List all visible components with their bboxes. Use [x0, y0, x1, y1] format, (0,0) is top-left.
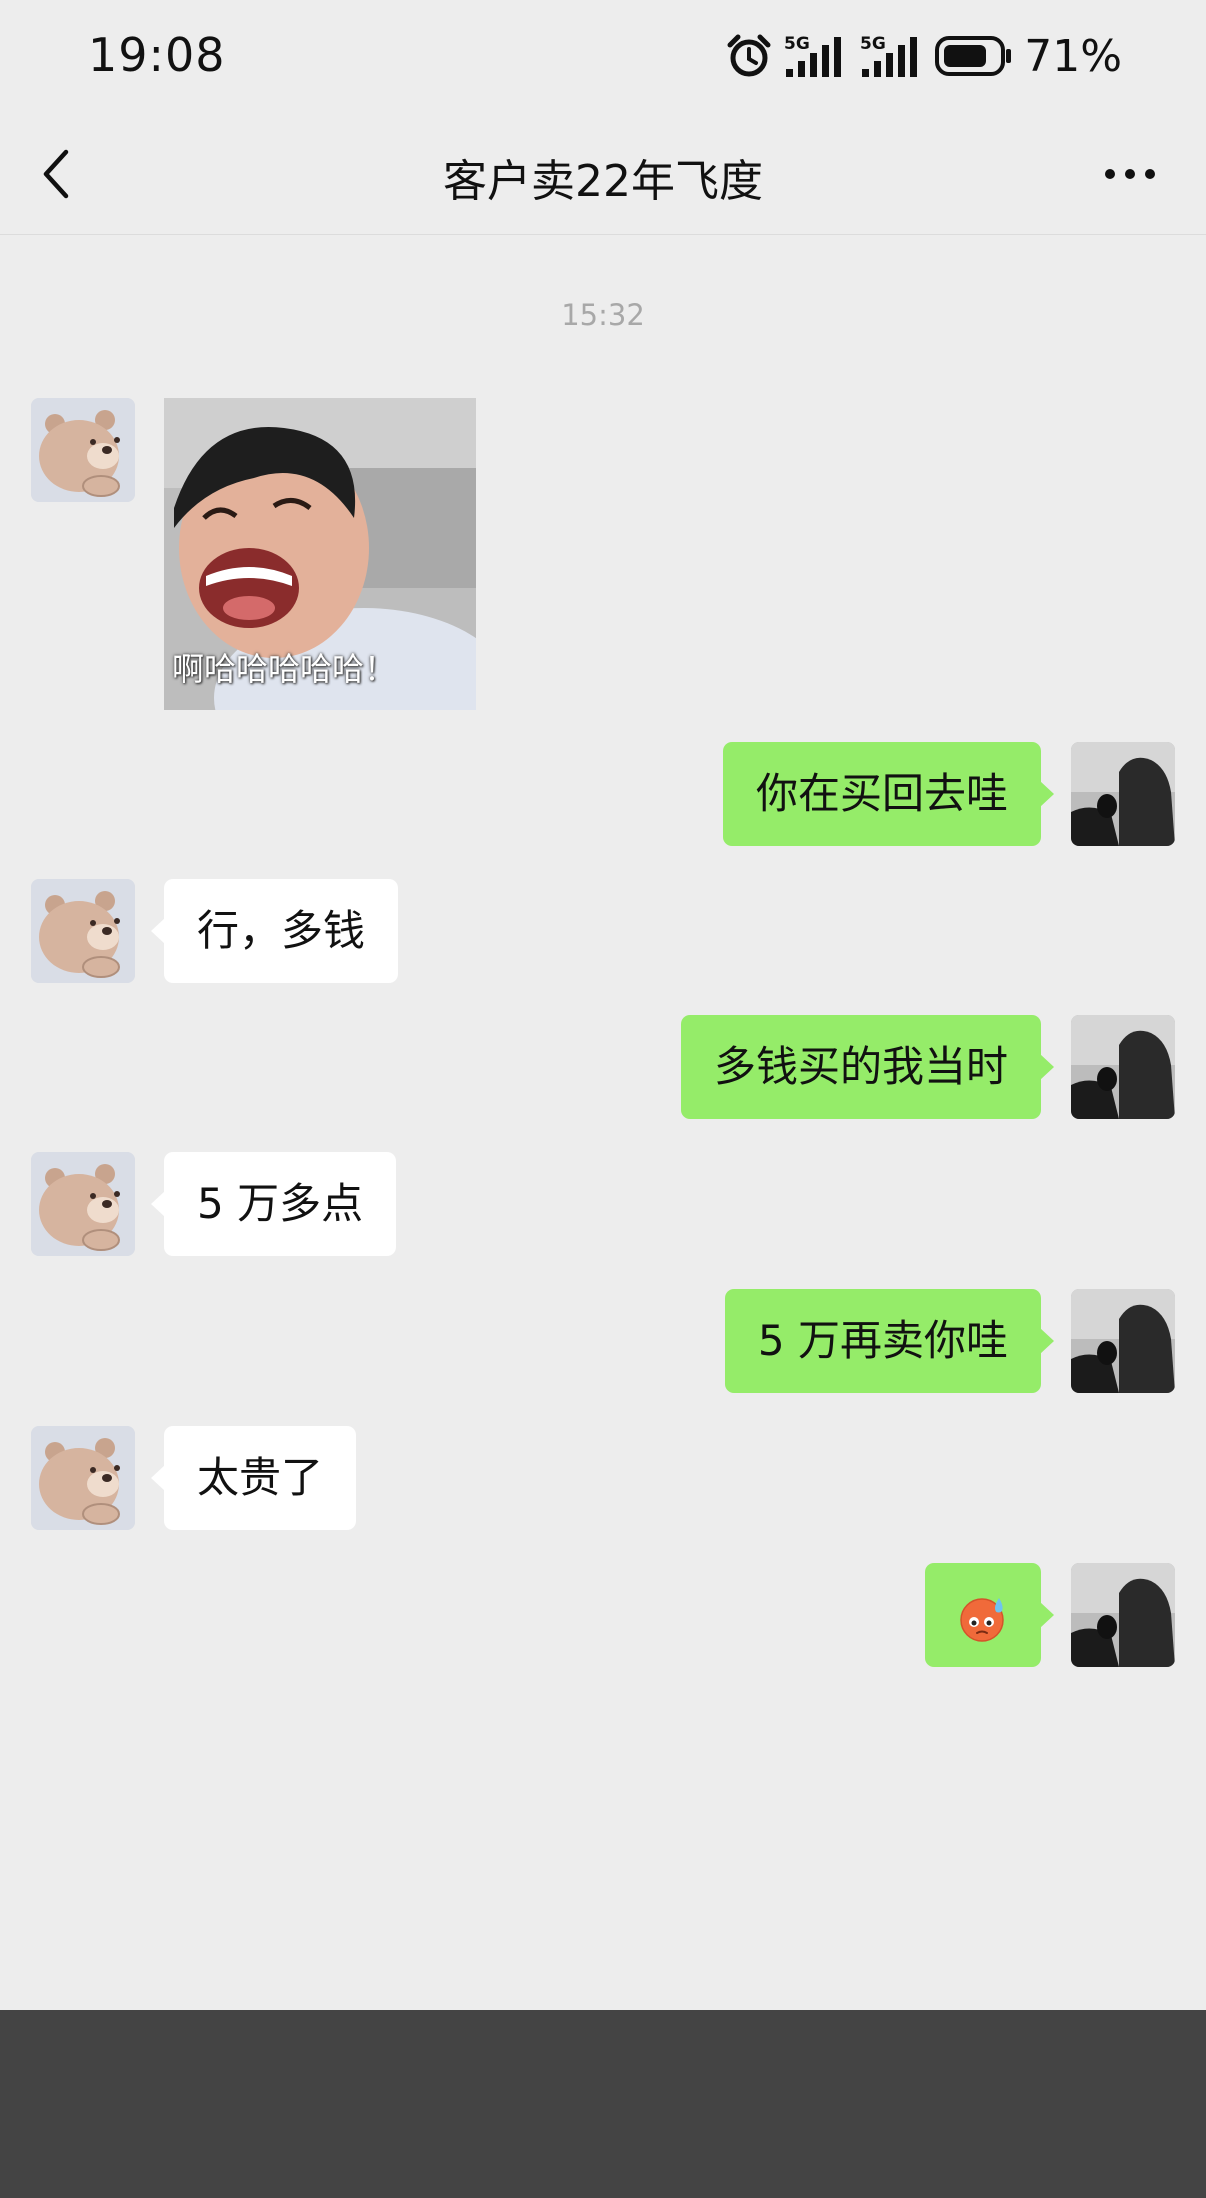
status-bar: 19:08 5G 5G 71% [0, 0, 1206, 112]
battery-icon [935, 36, 1012, 76]
self-avatar-icon [1071, 742, 1175, 846]
bear-avatar-icon [31, 879, 135, 983]
bear-avatar-icon [31, 1152, 135, 1256]
nav-bar: 客户卖22年飞度 [0, 112, 1206, 235]
status-icons: 5G 5G 71% [726, 30, 1122, 82]
self-avatar-icon [1071, 1289, 1175, 1393]
svg-text:5G: 5G [860, 34, 886, 54]
bear-avatar-icon [31, 1426, 135, 1530]
message-bubble-outgoing[interactable] [925, 1563, 1054, 1667]
message-bubble-outgoing[interactable]: 多钱买的我当时 [680, 1015, 1055, 1119]
message-bubble-outgoing[interactable]: 你在买回去哇 [722, 742, 1055, 846]
svg-text:5G: 5G [784, 34, 810, 54]
avatar-self[interactable] [1071, 1563, 1175, 1667]
avatar-self[interactable] [1071, 1015, 1175, 1119]
signal-icon: 5G [784, 34, 842, 77]
chat-timestamp: 15:32 [561, 298, 645, 332]
self-avatar-icon [1071, 1563, 1175, 1667]
bear-avatar-icon [31, 398, 135, 502]
battery-percent: 71% [1024, 30, 1122, 82]
message-bubble-outgoing[interactable]: 5 万再卖你哇 [724, 1289, 1055, 1393]
self-avatar-icon [1071, 1015, 1175, 1119]
sticker-caption: 啊哈哈哈哈哈！ [172, 650, 397, 688]
avatar-contact[interactable] [31, 1426, 135, 1530]
bottom-bar [0, 2010, 1206, 2198]
avatar-contact[interactable] [31, 879, 135, 983]
sweat-face-emoji [960, 1597, 1004, 1642]
sticker-image[interactable]: 啊哈哈哈哈哈！ [164, 398, 476, 710]
avatar-contact[interactable] [31, 1152, 135, 1256]
more-dots-icon[interactable] [1102, 159, 1158, 189]
message-bubble-incoming[interactable]: 太贵了 [150, 1426, 357, 1530]
alarm-icon [727, 34, 771, 77]
signal-icon: 5G [860, 34, 918, 77]
message-bubble-incoming[interactable]: 行，多钱 [150, 879, 399, 983]
avatar-self[interactable] [1071, 742, 1175, 846]
avatar-self[interactable] [1071, 1289, 1175, 1393]
avatar-contact[interactable] [31, 398, 135, 502]
chat-title: 客户卖22年飞度 [443, 156, 763, 207]
message-bubble-incoming[interactable]: 5 万多点 [150, 1152, 397, 1256]
status-time: 19:08 [88, 28, 226, 82]
